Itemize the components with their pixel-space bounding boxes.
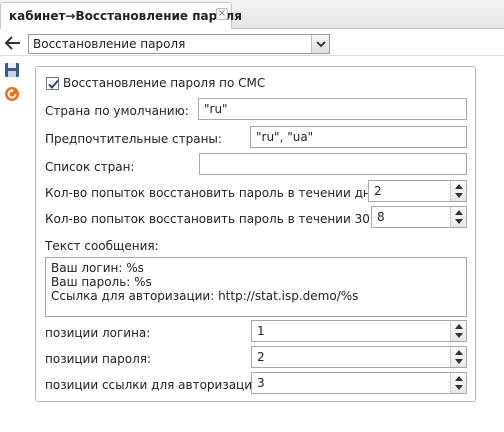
- login-position-label: позиции логина:: [45, 326, 151, 340]
- login-position-stepper[interactable]: 1: [251, 320, 467, 342]
- chevron-up-icon[interactable]: [455, 324, 463, 329]
- tab-password-recovery[interactable]: кабинет→Восстановление пароля ×: [0, 2, 242, 29]
- attempts-30days-value: 8: [377, 210, 385, 224]
- sms-recovery-label: Восстановление пароля по СМС: [63, 76, 266, 90]
- country-list-label: Список стран:: [45, 160, 135, 174]
- view-select-value: Восстановление пароля: [33, 37, 186, 51]
- close-icon[interactable]: ×: [216, 8, 228, 20]
- checkmark-icon: [48, 79, 59, 89]
- stepper-buttons[interactable]: [450, 181, 466, 201]
- arrow-left-icon[interactable]: [4, 35, 22, 51]
- view-select[interactable]: Восстановление пароля: [28, 34, 330, 54]
- country-list-field[interactable]: [199, 153, 467, 175]
- stepper-buttons[interactable]: [450, 321, 466, 341]
- message-line: Ссылка для авторизации: http://stat.isp.…: [51, 289, 359, 303]
- save-icon[interactable]: [4, 62, 20, 78]
- chevron-up-icon[interactable]: [455, 184, 463, 189]
- chevron-up-icon[interactable]: [455, 350, 463, 355]
- chevron-down-icon[interactable]: [455, 193, 463, 198]
- stepper-buttons[interactable]: [450, 207, 466, 227]
- link-position-stepper[interactable]: 3: [251, 372, 467, 394]
- password-position-label: позиции пароля:: [45, 352, 152, 366]
- chevron-down-icon[interactable]: [455, 333, 463, 338]
- login-position-value: 1: [257, 324, 265, 338]
- chevron-down-icon[interactable]: [311, 35, 329, 53]
- reload-icon[interactable]: [4, 86, 20, 102]
- chevron-down-icon[interactable]: [455, 219, 463, 224]
- attempts-30days-label: Кол-во попыток восстановить пароль в теч…: [45, 212, 410, 226]
- preferred-countries-field[interactable]: "ru", "ua": [250, 126, 467, 148]
- attempts-30days-stepper[interactable]: 8: [371, 206, 467, 228]
- chevron-down-icon[interactable]: [455, 359, 463, 364]
- chevron-down-icon[interactable]: [455, 385, 463, 390]
- chevron-up-icon[interactable]: [455, 210, 463, 215]
- default-country-field[interactable]: "ru": [198, 98, 467, 120]
- chevron-up-icon[interactable]: [455, 376, 463, 381]
- attempts-day-value: 2: [374, 184, 382, 198]
- message-text-area[interactable]: Ваш логин: %s Ваш пароль: %s Ссылка для …: [45, 257, 467, 317]
- default-country-label: Страна по умолчанию:: [45, 104, 189, 118]
- message-line: Ваш пароль: %s: [51, 275, 152, 289]
- password-position-value: 2: [257, 350, 265, 364]
- tab-title: кабинет→Восстановление пароля: [9, 9, 242, 23]
- preferred-countries-label: Предпочтительные страны:: [45, 132, 222, 146]
- tab-strip: кабинет→Восстановление пароля ×: [0, 0, 504, 29]
- attempts-day-label: Кол-во попыток восстановить пароль в теч…: [45, 186, 382, 200]
- message-text-label: Текст сообщения:: [45, 239, 159, 253]
- message-line: Ваш логин: %s: [51, 261, 144, 275]
- sms-recovery-checkbox[interactable]: [46, 77, 59, 90]
- attempts-day-stepper[interactable]: 2: [368, 180, 467, 202]
- link-position-value: 3: [257, 376, 265, 390]
- stepper-buttons[interactable]: [450, 347, 466, 367]
- password-position-stepper[interactable]: 2: [251, 346, 467, 368]
- stepper-buttons[interactable]: [450, 373, 466, 393]
- link-position-label: позиции ссылки для авторизации:: [45, 378, 264, 392]
